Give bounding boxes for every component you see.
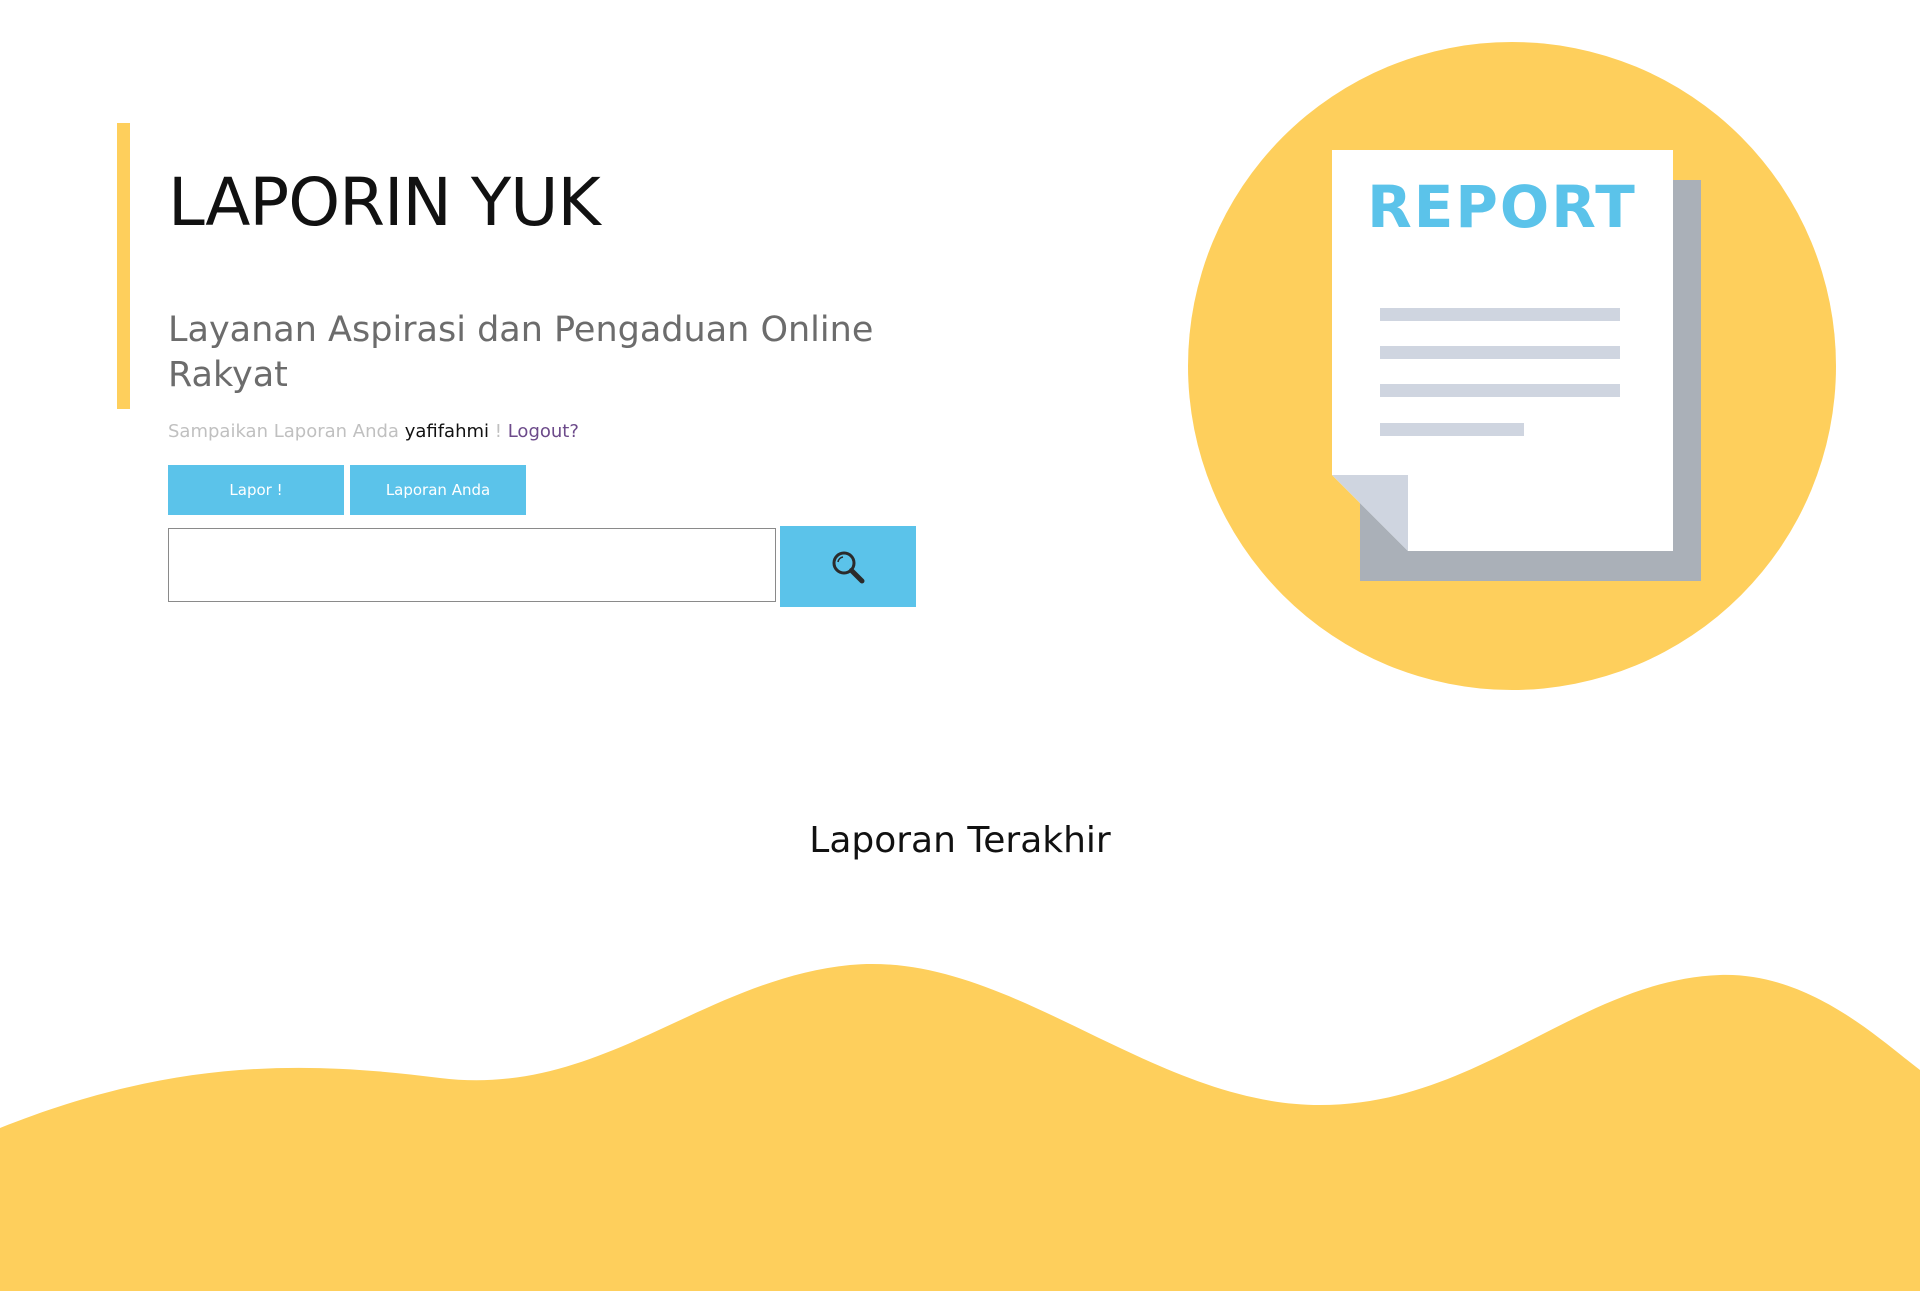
greeting-prefix: Sampaikan Laporan Anda — [168, 421, 399, 442]
title-accent-bar — [117, 123, 130, 409]
search-input[interactable] — [168, 528, 776, 602]
report-illustration: REPORT — [1188, 42, 1836, 690]
report-document-icon: REPORT — [1332, 150, 1701, 581]
logout-link[interactable]: Logout? — [508, 421, 579, 442]
laporan-anda-button[interactable]: Laporan Anda — [350, 465, 526, 515]
report-label: REPORT — [1367, 173, 1637, 241]
latest-reports-heading: Laporan Terakhir — [809, 820, 1111, 861]
username: yafifahmi — [404, 421, 490, 442]
hero-section: LAPORIN YUK Layanan Aspirasi dan Pengadu… — [0, 0, 1920, 780]
user-greeting: Sampaikan Laporan Anda yafifahmi ! Logou… — [168, 421, 579, 442]
site-title: LAPORIN YUK — [168, 164, 601, 241]
search-button[interactable] — [780, 526, 916, 607]
site-tagline: Layanan Aspirasi dan Pengaduan Online Ra… — [168, 310, 874, 395]
search-icon — [830, 549, 866, 585]
decorative-wave — [0, 963, 1920, 1291]
greeting-separator: ! — [494, 421, 502, 442]
lapor-button[interactable]: Lapor ! — [168, 465, 344, 515]
